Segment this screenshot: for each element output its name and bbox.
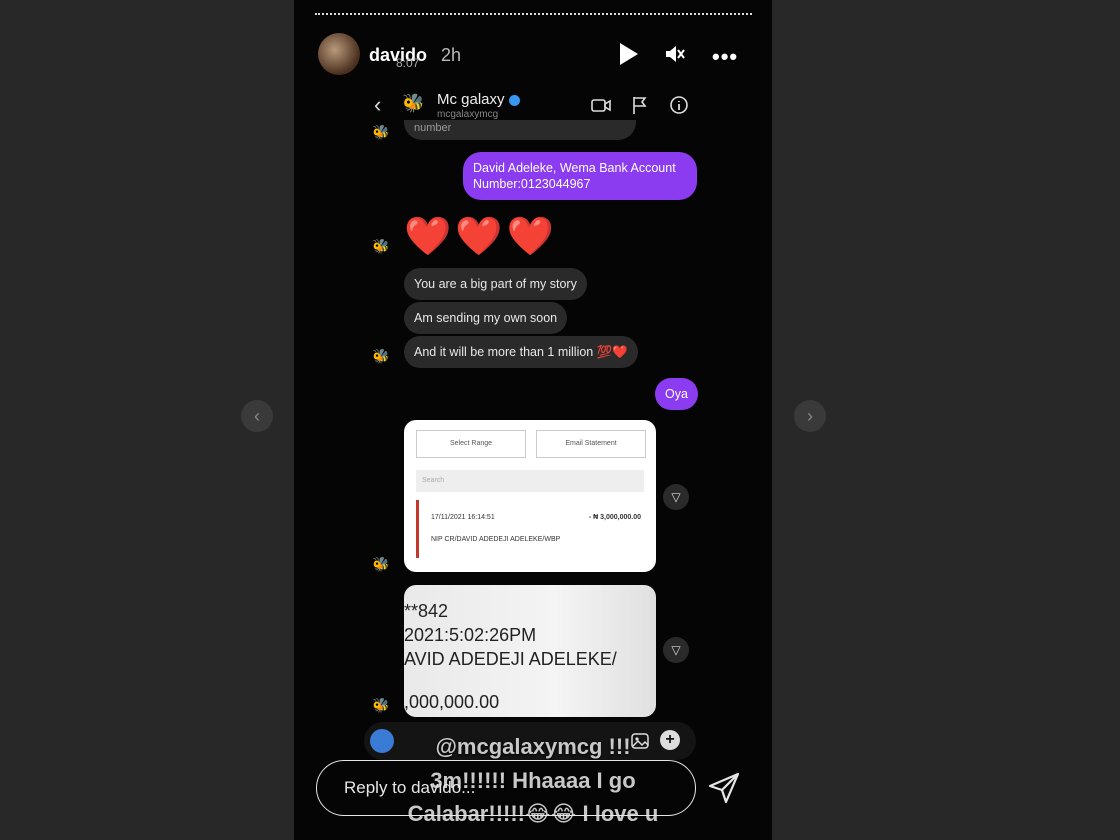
transaction-amount: - ₦ 3,000,000.00 bbox=[588, 514, 641, 521]
transaction-row: 17/11/2021 16:14:51 - ₦ 3,000,000.00 NIP… bbox=[416, 500, 647, 558]
video-call-icon bbox=[591, 99, 611, 112]
story-time: 2h bbox=[441, 45, 462, 65]
reply-placeholder[interactable]: Reply to davido... bbox=[344, 778, 475, 798]
story-progress-bar bbox=[315, 13, 752, 18]
flag-icon bbox=[633, 97, 647, 114]
story-viewer: davido 2h 8:07 ••• ‹ 🐝 Mc galaxy mcgalax… bbox=[294, 0, 772, 840]
bank-receipt-image: **842 2021:5:02:26PM AVID ADEDEJI ADELEK… bbox=[404, 585, 656, 717]
mute-icon[interactable] bbox=[664, 43, 686, 65]
next-story-button[interactable]: › bbox=[794, 400, 826, 432]
contact-avatar-small-icon: 🐝 bbox=[372, 348, 390, 364]
share-icon: ▽ bbox=[663, 637, 689, 663]
receipt-line: **842 bbox=[404, 601, 449, 621]
receipt-line: ,000,000.00 bbox=[404, 692, 500, 712]
contact-avatar-small-icon: 🐝 bbox=[372, 238, 390, 254]
bank-statement-image: Select Range Email Statement Search 17/1… bbox=[404, 420, 656, 572]
statement-search: Search bbox=[416, 470, 644, 492]
info-icon bbox=[670, 96, 688, 114]
transaction-date: 17/11/2021 16:14:51 bbox=[431, 514, 495, 521]
receipt-line: AVID ADEDEJI ADELEKE/ bbox=[404, 649, 617, 669]
more-options-icon[interactable]: ••• bbox=[712, 44, 738, 70]
contact-avatar-small-icon: 🐝 bbox=[372, 556, 390, 572]
contact-avatar-small-icon: 🐝 bbox=[372, 124, 390, 140]
share-icon: ▽ bbox=[663, 484, 689, 510]
message-sent-account: David Adeleke, Wema Bank Account Number:… bbox=[463, 152, 697, 200]
dm-contact-name: Mc galaxy bbox=[437, 91, 520, 108]
receipt-line: 2021:5:02:26PM bbox=[404, 625, 537, 645]
story-avatar[interactable] bbox=[318, 33, 360, 75]
screenshot-clock: 8:07 bbox=[396, 56, 420, 70]
message-received: You are a big part of my story bbox=[404, 268, 587, 300]
send-icon[interactable] bbox=[706, 770, 742, 806]
message-sent-oya: Oya bbox=[655, 378, 698, 410]
select-range-button: Select Range bbox=[416, 430, 526, 458]
message-received: Am sending my own soon bbox=[404, 302, 568, 334]
back-arrow-icon: ‹ bbox=[374, 92, 382, 117]
email-statement-button: Email Statement bbox=[536, 430, 646, 458]
message-received: And it will be more than 1 million 💯❤️ bbox=[404, 336, 638, 368]
verified-badge-icon bbox=[508, 94, 520, 106]
contact-avatar-small-icon: 🐝 bbox=[372, 697, 390, 713]
dm-contact-handle: mcgalaxymcg bbox=[437, 109, 499, 120]
message-clipped: number bbox=[404, 120, 636, 140]
play-icon[interactable] bbox=[620, 43, 638, 65]
previous-story-button[interactable]: ‹ bbox=[241, 400, 273, 432]
story-caption-line: @mcgalaxymcg !!! bbox=[435, 734, 631, 759]
contact-avatar-icon: 🐝 bbox=[402, 93, 425, 113]
transaction-description: NIP CR/DAVID ADEDEJI ADELEKE/WBP bbox=[431, 536, 561, 543]
message-hearts: ❤️❤️❤️ bbox=[404, 216, 558, 258]
